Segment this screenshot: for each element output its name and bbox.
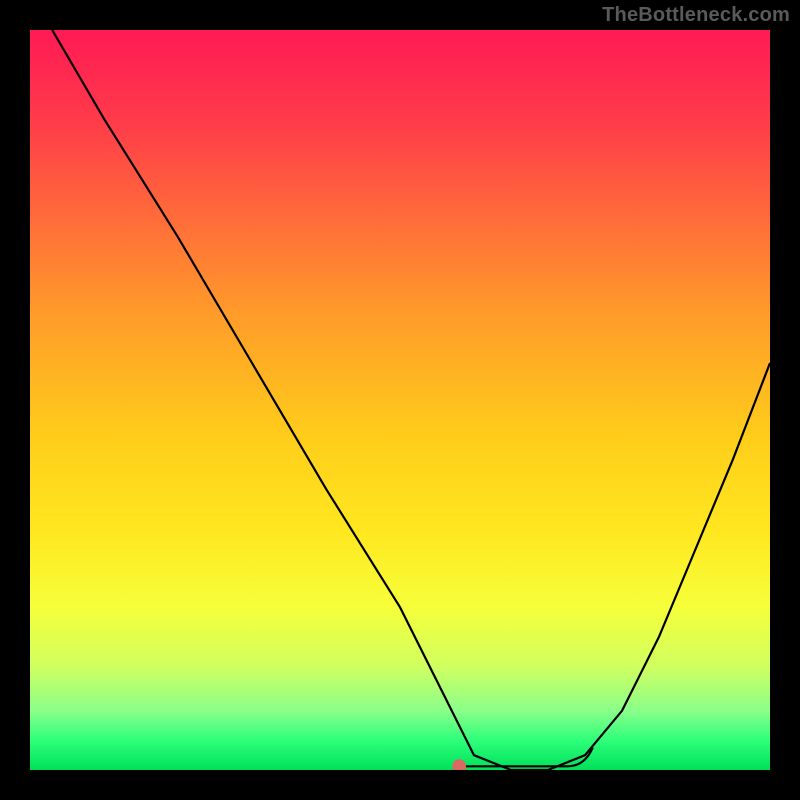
watermark-text: TheBottleneck.com [602,4,790,27]
bottleneck-curve [52,30,770,770]
curve-layer [30,30,770,770]
chart-frame: TheBottleneck.com [0,0,800,800]
highlight-start-dot [452,759,466,770]
plot-area [30,30,770,770]
